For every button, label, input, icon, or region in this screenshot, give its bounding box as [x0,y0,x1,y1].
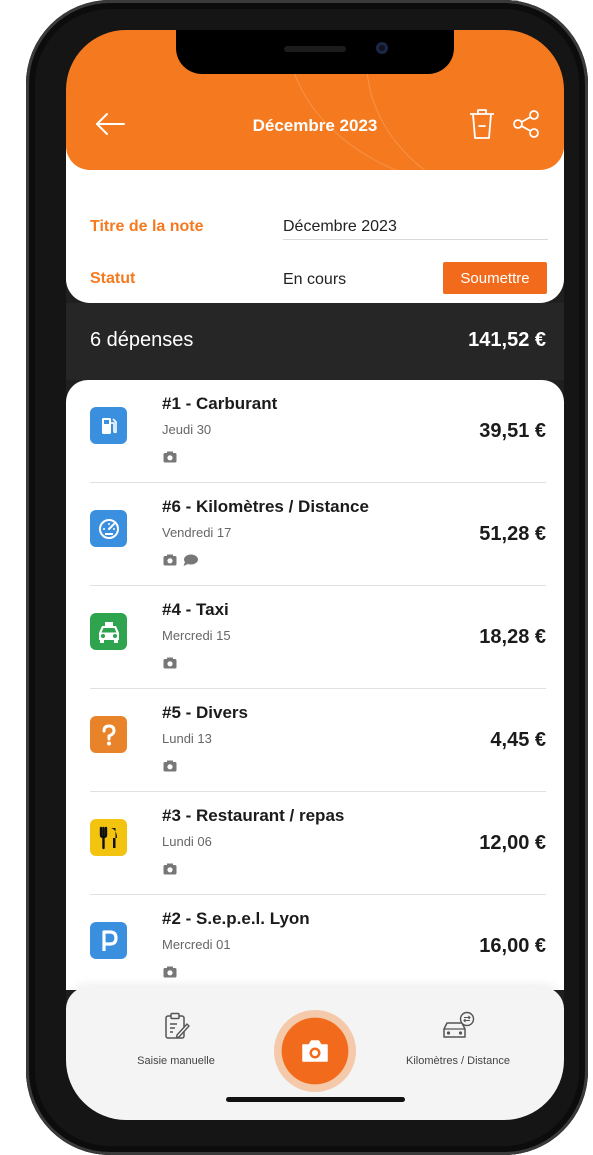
attachments [163,863,177,875]
expense-list: #1 - Carburant Jeudi 30 39,51 € #6 - Kil… [66,380,564,990]
expense-amount: 12,00 € [479,832,546,854]
notch [176,30,454,74]
manual-entry-button[interactable]: Saisie manuelle [116,1011,236,1067]
photo-icon [163,451,177,463]
title-label: Titre de la note [90,218,204,235]
speedometer-icon [90,510,127,547]
fuel-pump-icon [90,407,127,444]
expense-count: 6 dépenses [90,329,194,351]
expense-date: Mercredi 01 [162,937,231,952]
expense-row[interactable]: #1 - Carburant Jeudi 30 39,51 € [66,380,564,483]
distance-label: Kilomètres / Distance [406,1055,510,1067]
expense-date: Lundi 13 [162,731,212,746]
title-field[interactable]: Décembre 2023 [283,218,397,236]
car-distance-icon [443,1011,475,1038]
attachments [163,760,177,772]
expense-amount: 16,00 € [479,935,546,957]
status-value: En cours [283,271,347,288]
comment-icon [183,554,198,566]
speaker-grille [284,46,346,52]
expense-amount: 39,51 € [479,420,546,442]
share-icon[interactable] [512,110,540,138]
expense-title: #2 - S.e.p.e.l. Lyon [162,909,310,928]
expense-title: #4 - Taxi [162,600,229,619]
front-camera [376,42,388,54]
expense-row[interactable]: #4 - Taxi Mercredi 15 18,28 € [66,586,564,689]
expense-amount: 18,28 € [479,626,546,648]
expense-total: 141,52 € [468,329,546,351]
expense-row[interactable]: #5 - Divers Lundi 13 4,45 € [66,689,564,792]
expense-date: Lundi 06 [162,834,212,849]
expense-title: #5 - Divers [162,703,248,722]
expense-row[interactable]: #2 - S.e.p.e.l. Lyon Mercredi 01 16,00 € [66,895,564,990]
submit-button[interactable]: Soumettre [443,262,547,294]
expense-row[interactable]: #3 - Restaurant / repas Lundi 06 12,00 € [66,792,564,895]
expense-amount: 4,45 € [490,729,546,751]
photo-icon [163,760,177,772]
attachments [163,451,177,463]
camera-icon [302,1040,328,1062]
expense-date: Vendredi 17 [162,525,232,540]
expense-date: Jeudi 30 [162,422,212,437]
expense-row[interactable]: #6 - Kilomètres / Distance Vendredi 17 5… [66,483,564,586]
photo-icon [163,966,177,978]
manual-entry-label: Saisie manuelle [137,1055,215,1067]
photo-icon [163,863,177,875]
attachments [163,554,198,566]
status-label: Statut [90,270,136,287]
expense-date: Mercredi 15 [162,628,231,643]
expense-title: #1 - Carburant [162,394,278,413]
expense-amount: 51,28 € [479,523,546,545]
photo-icon [163,554,177,566]
photo-icon [163,657,177,669]
expenses-summary: 6 dépenses 141,52 € [66,303,564,380]
trash-icon[interactable] [468,108,496,140]
camera-button[interactable] [274,1010,356,1092]
distance-button[interactable]: Kilomètres / Distance [388,1011,528,1067]
expense-title: #3 - Restaurant / repas [162,806,345,825]
parking-icon [90,922,127,959]
question-mark-icon [90,716,127,753]
attachments [163,657,177,669]
bottom-dock: Saisie manuelle Kilomètres / Distance [66,987,564,1120]
attachments [163,966,177,978]
title-field-underline [283,239,548,240]
expense-title: #6 - Kilomètres / Distance [162,497,369,516]
home-indicator[interactable] [226,1097,405,1102]
fork-knife-icon [90,819,127,856]
app-screen: Décembre 2023 Titre de la note Décembre … [66,30,564,1120]
taxi-icon [90,613,127,650]
clipboard-edit-icon [165,1012,190,1039]
